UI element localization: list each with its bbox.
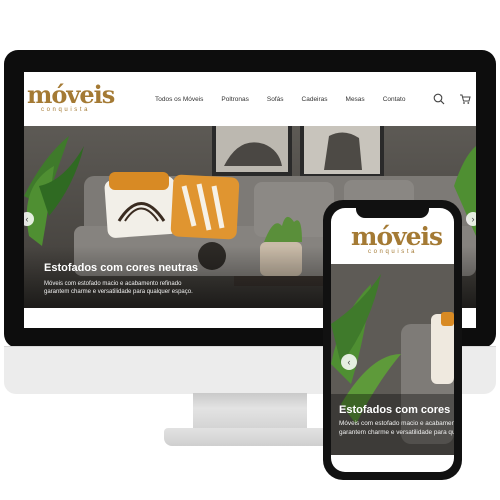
mobile-screen: móveis conquista ‹ Estofados com cores n… (331, 208, 454, 472)
mobile-hero-title: Estofados com cores neutras (339, 404, 454, 416)
monitor-stand-neck (193, 393, 307, 431)
nav-item-contato[interactable]: Contato (383, 96, 406, 103)
nav-item-mesas[interactable]: Mesas (346, 96, 365, 103)
mobile-carousel-prev-button[interactable]: ‹ (341, 354, 357, 370)
brand-logo[interactable]: móveis conquista (27, 80, 115, 114)
mobile-hero-banner: ‹ Estofados com cores neutras Móveis com… (331, 264, 454, 455)
hero-text-line1: Móveis com estofado macio e acabamento r… (44, 281, 182, 287)
nav-item-todos[interactable]: Todos os Móveis (155, 96, 203, 103)
mobile-hero-text-line2: garantem charme e versatilidade para qua… (339, 428, 454, 436)
search-icon[interactable] (433, 93, 445, 105)
carousel-next-button[interactable]: › (466, 212, 476, 226)
logo-wordmark: móveis (27, 80, 115, 109)
mobile-brand-logo[interactable]: móveis conquista (351, 222, 443, 255)
device-mockup: móveis conquista Todos os Móveis Poltron… (0, 0, 500, 500)
hero-title: Estofados com cores neutras (44, 262, 199, 274)
nav-item-poltronas[interactable]: Poltronas (221, 96, 248, 103)
main-nav: Todos os Móveis Poltronas Sofás Cadeiras… (155, 96, 423, 103)
hero-text-line2: garantem charme e versatilidade para qua… (44, 289, 193, 295)
phone-notch (356, 206, 429, 218)
mobile-hero-text-line1: Móveis com estofado macio e acabamento r… (339, 420, 454, 427)
mobile-hero-caption: Estofados com cores neutras Móveis com e… (339, 404, 454, 437)
nav-item-cadeiras[interactable]: Cadeiras (302, 96, 328, 103)
site-header: móveis conquista Todos os Móveis Poltron… (24, 72, 476, 126)
hero-caption: Estofados com cores neutras Móveis com e… (44, 262, 214, 296)
cart-icon[interactable] (459, 93, 471, 105)
mobile-logo-wordmark: móveis (351, 222, 443, 251)
chevron-right-icon: › (471, 214, 475, 224)
monitor-stand-base (164, 428, 336, 446)
nav-item-sofas[interactable]: Sofás (267, 96, 284, 103)
mobile-chevron-left-icon: ‹ (347, 357, 351, 367)
chevron-left-icon: ‹ (25, 214, 29, 224)
